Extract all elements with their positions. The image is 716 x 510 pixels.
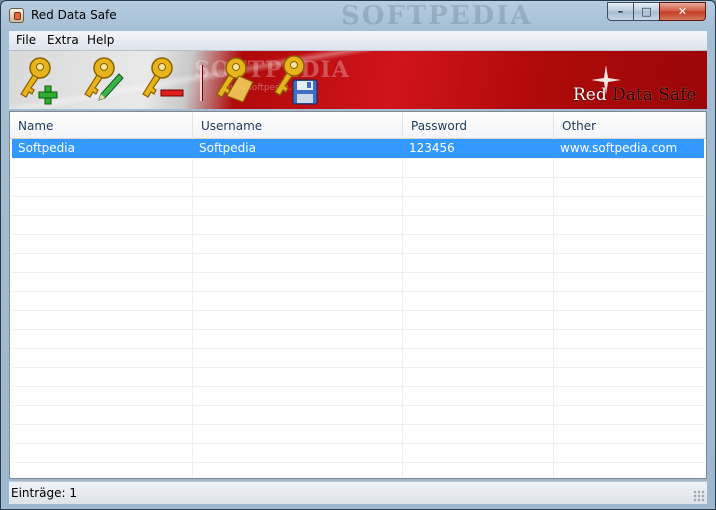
grid-line [12,158,704,159]
entries-table[interactable]: Name Username Password Other Softpedia S… [9,111,707,479]
grid-line [12,386,704,387]
key-remove-icon [142,57,184,98]
menu-extra[interactable]: Extra [47,33,79,47]
close-button[interactable]: ✕ [659,2,706,21]
maximize-icon: □ [641,5,652,18]
add-entry-button[interactable] [17,54,71,106]
column-header-name[interactable]: Name [10,112,193,138]
grid-line [12,196,704,197]
key-save-icon [274,55,318,105]
main-window: Red Data Safe SOFTPEDIA – □ ✕ File Extra… [0,0,716,510]
menu-help[interactable]: Help [87,33,114,47]
menu-file[interactable]: File [16,33,36,47]
key-copy-icon [216,57,254,103]
brand-logo-text: Data Safe [606,85,697,105]
cell-password: 123456 [409,141,455,155]
column-header-password[interactable]: Password [403,112,554,138]
column-divider [553,138,554,478]
app-icon[interactable] [9,8,24,23]
minimize-button[interactable]: – [607,2,634,21]
grid-line [12,443,704,444]
grid-line [12,272,704,273]
grid-line [12,310,704,311]
table-row[interactable]: Softpedia Softpedia 123456 www.softpedia… [12,139,704,158]
grid-line [12,329,704,330]
grid-line [12,405,704,406]
table-header: Name Username Password Other [10,112,706,139]
toolbar: SOFTPEDIA www.softpedia.com Red Data Saf… [9,51,707,109]
cell-username: Softpedia [199,141,256,155]
grid-line [12,348,704,349]
toolbar-separator [200,65,203,101]
grid-line [12,177,704,178]
key-add-icon [20,57,58,105]
grid-line [12,291,704,292]
maximize-button[interactable]: □ [633,2,660,21]
copy-entry-button[interactable] [209,54,263,106]
grid-line [12,462,704,463]
delete-entry-button[interactable] [139,54,193,106]
minimize-icon: – [617,5,624,18]
key-edit-icon [84,57,124,101]
grid-line [12,424,704,425]
grid-line [12,234,704,235]
edit-entry-button[interactable] [79,54,133,106]
column-header-username[interactable]: Username [193,112,403,138]
status-bar: Einträge: 1 [9,481,707,504]
brand-logo: Red Data Safe [573,85,696,105]
title-bar[interactable]: Red Data Safe SOFTPEDIA – □ ✕ [1,1,715,31]
close-icon: ✕ [677,5,688,18]
column-divider [192,138,193,478]
window-title: Red Data Safe [31,8,117,22]
grid-line [12,253,704,254]
column-header-other[interactable]: Other [554,112,706,138]
menu-bar: File Extra Help [9,31,707,51]
entry-count: Einträge: 1 [11,486,78,500]
save-button[interactable] [269,54,323,106]
grid-line [12,367,704,368]
column-divider [402,138,403,478]
cell-name: Softpedia [18,141,75,155]
grid-line [12,215,704,216]
cell-other: www.softpedia.com [560,141,678,155]
brand-logo-red: Red [573,85,607,105]
resize-grip[interactable] [693,490,705,502]
title-watermark: SOFTPEDIA [341,1,533,31]
